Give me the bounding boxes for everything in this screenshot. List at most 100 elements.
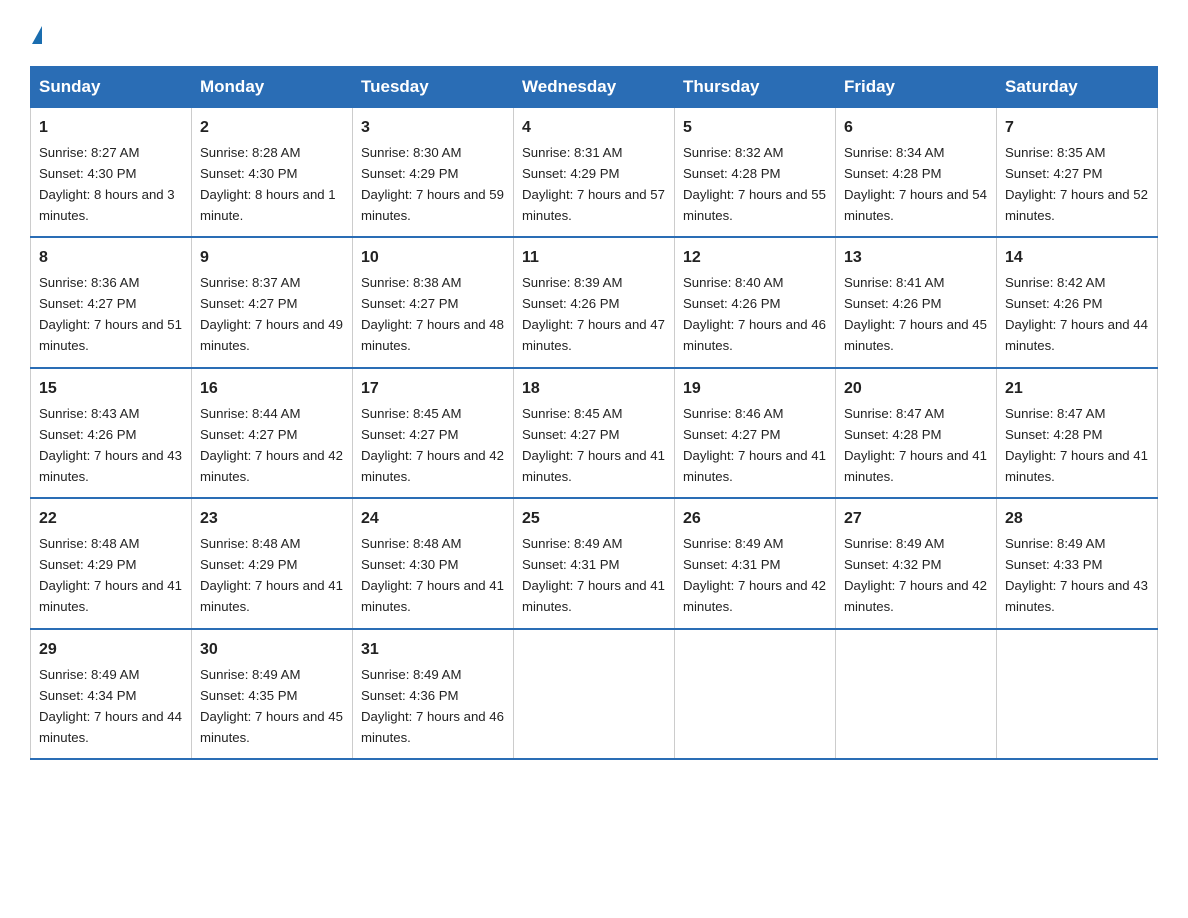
calendar-day-cell: 14 Sunrise: 8:42 AMSunset: 4:26 PMDayligh… [997,237,1158,367]
calendar-day-cell: 11Sunrise: 8:39 AMSunset: 4:26 PMDayligh… [514,237,675,367]
day-info: Sunrise: 8:48 AMSunset: 4:29 PMDaylight:… [200,536,343,614]
calendar-day-cell: 29Sunrise: 8:49 AMSunset: 4:34 PMDayligh… [31,629,192,759]
calendar-day-cell: 2 Sunrise: 8:28 AMSunset: 4:30 PMDaylight… [192,108,353,238]
day-info: Sunrise: 8:47 AMSunset: 4:28 PMDaylight:… [1005,406,1148,484]
day-number: 21 [1005,377,1149,402]
day-info: Sunrise: 8:32 AMSunset: 4:28 PMDaylight:… [683,145,826,223]
calendar-day-cell: 27 Sunrise: 8:49 AMSunset: 4:32 PMDayligh… [836,498,997,628]
day-info: Sunrise: 8:49 AMSunset: 4:31 PMDaylight:… [683,536,826,614]
day-info: Sunrise: 8:36 AMSunset: 4:27 PMDaylight:… [39,275,182,353]
day-number: 26 [683,507,827,532]
day-info: Sunrise: 8:49 AMSunset: 4:35 PMDaylight:… [200,667,343,745]
day-number: 19 [683,377,827,402]
calendar-week-row: 29Sunrise: 8:49 AMSunset: 4:34 PMDayligh… [31,629,1158,759]
calendar-empty-cell [514,629,675,759]
calendar-empty-cell [675,629,836,759]
calendar-day-cell: 21 Sunrise: 8:47 AMSunset: 4:28 PMDayligh… [997,368,1158,498]
day-info: Sunrise: 8:35 AMSunset: 4:27 PMDaylight:… [1005,145,1148,223]
calendar-week-row: 1Sunrise: 8:27 AMSunset: 4:30 PMDaylight… [31,108,1158,238]
day-info: Sunrise: 8:43 AMSunset: 4:26 PMDaylight:… [39,406,182,484]
day-number: 28 [1005,507,1149,532]
calendar-day-cell: 15 Sunrise: 8:43 AMSunset: 4:26 PMDayligh… [31,368,192,498]
day-info: Sunrise: 8:31 AMSunset: 4:29 PMDaylight:… [522,145,665,223]
day-info: Sunrise: 8:41 AMSunset: 4:26 PMDaylight:… [844,275,987,353]
day-number: 3 [361,116,505,141]
calendar-day-cell: 4 Sunrise: 8:31 AMSunset: 4:29 PMDaylight… [514,108,675,238]
calendar-table: SundayMondayTuesdayWednesdayThursdayFrid… [30,66,1158,760]
day-number: 7 [1005,116,1149,141]
calendar-week-row: 8 Sunrise: 8:36 AMSunset: 4:27 PMDaylight… [31,237,1158,367]
day-info: Sunrise: 8:40 AMSunset: 4:26 PMDaylight:… [683,275,826,353]
day-number: 20 [844,377,988,402]
logo-triangle-icon [32,26,42,44]
day-number: 29 [39,638,183,663]
day-info: Sunrise: 8:49 AMSunset: 4:36 PMDaylight:… [361,667,504,745]
day-number: 24 [361,507,505,532]
weekday-header-sunday: Sunday [31,67,192,108]
page-header [30,20,1158,48]
calendar-day-cell: 3Sunrise: 8:30 AMSunset: 4:29 PMDaylight… [353,108,514,238]
day-number: 27 [844,507,988,532]
day-number: 23 [200,507,344,532]
calendar-day-cell: 13Sunrise: 8:41 AMSunset: 4:26 PMDayligh… [836,237,997,367]
calendar-header-row: SundayMondayTuesdayWednesdayThursdayFrid… [31,67,1158,108]
day-number: 30 [200,638,344,663]
calendar-day-cell: 25Sunrise: 8:49 AMSunset: 4:31 PMDayligh… [514,498,675,628]
day-number: 17 [361,377,505,402]
calendar-empty-cell [997,629,1158,759]
calendar-day-cell: 20 Sunrise: 8:47 AMSunset: 4:28 PMDayligh… [836,368,997,498]
day-number: 15 [39,377,183,402]
day-info: Sunrise: 8:45 AMSunset: 4:27 PMDaylight:… [361,406,504,484]
calendar-day-cell: 28 Sunrise: 8:49 AMSunset: 4:33 PMDayligh… [997,498,1158,628]
calendar-day-cell: 23 Sunrise: 8:48 AMSunset: 4:29 PMDayligh… [192,498,353,628]
weekday-header-saturday: Saturday [997,67,1158,108]
day-info: Sunrise: 8:37 AMSunset: 4:27 PMDaylight:… [200,275,343,353]
calendar-empty-cell [836,629,997,759]
day-number: 16 [200,377,344,402]
calendar-day-cell: 31Sunrise: 8:49 AMSunset: 4:36 PMDayligh… [353,629,514,759]
calendar-day-cell: 9 Sunrise: 8:37 AMSunset: 4:27 PMDaylight… [192,237,353,367]
day-number: 8 [39,246,183,271]
day-info: Sunrise: 8:49 AMSunset: 4:33 PMDaylight:… [1005,536,1148,614]
day-info: Sunrise: 8:48 AMSunset: 4:30 PMDaylight:… [361,536,504,614]
calendar-day-cell: 22Sunrise: 8:48 AMSunset: 4:29 PMDayligh… [31,498,192,628]
day-info: Sunrise: 8:28 AMSunset: 4:30 PMDaylight:… [200,145,336,223]
day-number: 11 [522,246,666,271]
weekday-header-thursday: Thursday [675,67,836,108]
logo [30,30,42,48]
calendar-day-cell: 7 Sunrise: 8:35 AMSunset: 4:27 PMDaylight… [997,108,1158,238]
day-info: Sunrise: 8:34 AMSunset: 4:28 PMDaylight:… [844,145,987,223]
calendar-day-cell: 16Sunrise: 8:44 AMSunset: 4:27 PMDayligh… [192,368,353,498]
day-info: Sunrise: 8:46 AMSunset: 4:27 PMDaylight:… [683,406,826,484]
day-info: Sunrise: 8:47 AMSunset: 4:28 PMDaylight:… [844,406,987,484]
weekday-header-wednesday: Wednesday [514,67,675,108]
calendar-day-cell: 17 Sunrise: 8:45 AMSunset: 4:27 PMDayligh… [353,368,514,498]
weekday-header-tuesday: Tuesday [353,67,514,108]
day-number: 22 [39,507,183,532]
day-number: 9 [200,246,344,271]
calendar-day-cell: 1Sunrise: 8:27 AMSunset: 4:30 PMDaylight… [31,108,192,238]
day-info: Sunrise: 8:45 AMSunset: 4:27 PMDaylight:… [522,406,665,484]
calendar-day-cell: 18 Sunrise: 8:45 AMSunset: 4:27 PMDayligh… [514,368,675,498]
day-number: 4 [522,116,666,141]
day-number: 18 [522,377,666,402]
day-number: 2 [200,116,344,141]
day-number: 6 [844,116,988,141]
calendar-day-cell: 26 Sunrise: 8:49 AMSunset: 4:31 PMDayligh… [675,498,836,628]
calendar-day-cell: 6 Sunrise: 8:34 AMSunset: 4:28 PMDaylight… [836,108,997,238]
calendar-day-cell: 24 Sunrise: 8:48 AMSunset: 4:30 PMDayligh… [353,498,514,628]
day-number: 10 [361,246,505,271]
day-info: Sunrise: 8:42 AMSunset: 4:26 PMDaylight:… [1005,275,1148,353]
calendar-day-cell: 30 Sunrise: 8:49 AMSunset: 4:35 PMDayligh… [192,629,353,759]
calendar-day-cell: 5 Sunrise: 8:32 AMSunset: 4:28 PMDaylight… [675,108,836,238]
day-info: Sunrise: 8:49 AMSunset: 4:32 PMDaylight:… [844,536,987,614]
calendar-day-cell: 8 Sunrise: 8:36 AMSunset: 4:27 PMDaylight… [31,237,192,367]
day-number: 5 [683,116,827,141]
calendar-day-cell: 19 Sunrise: 8:46 AMSunset: 4:27 PMDayligh… [675,368,836,498]
day-number: 12 [683,246,827,271]
calendar-day-cell: 12 Sunrise: 8:40 AMSunset: 4:26 PMDayligh… [675,237,836,367]
calendar-day-cell: 10Sunrise: 8:38 AMSunset: 4:27 PMDayligh… [353,237,514,367]
day-number: 14 [1005,246,1149,271]
calendar-week-row: 15 Sunrise: 8:43 AMSunset: 4:26 PMDayligh… [31,368,1158,498]
weekday-header-friday: Friday [836,67,997,108]
